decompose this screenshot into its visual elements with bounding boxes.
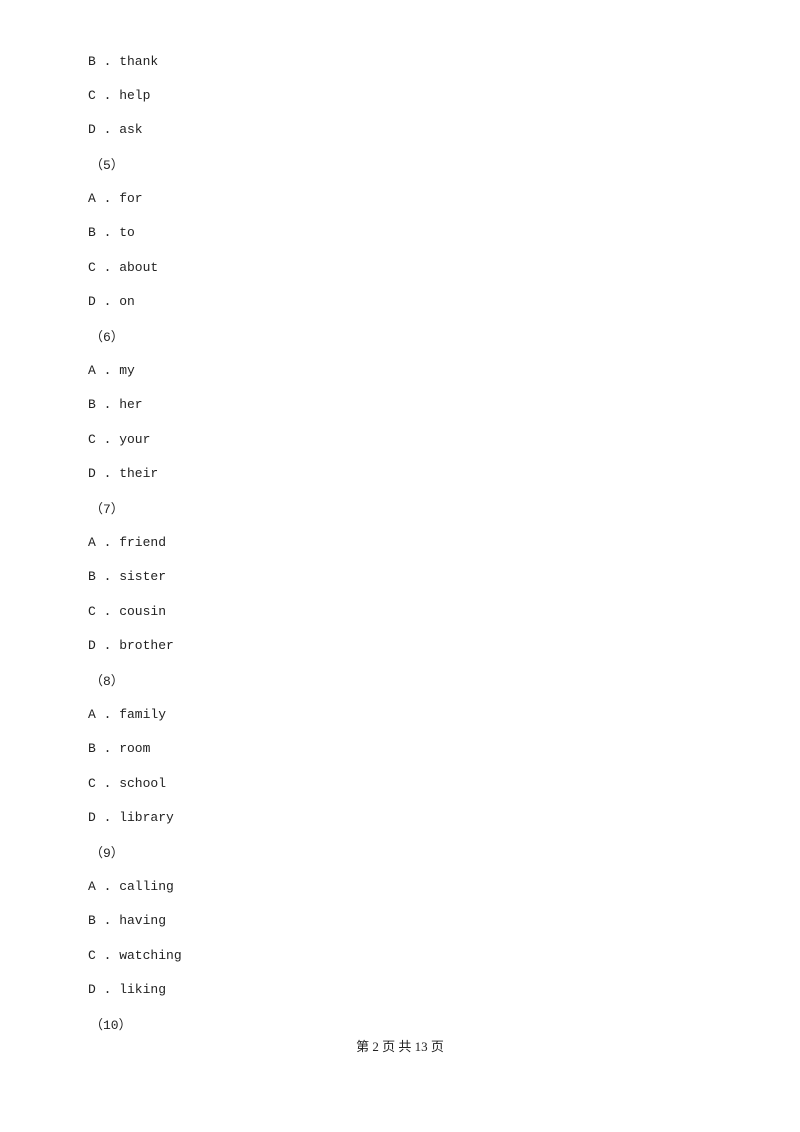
question-number: （6） <box>90 330 124 345</box>
answer-option: C . your <box>88 432 151 447</box>
answer-option: A . for <box>88 191 143 206</box>
answer-option: C . about <box>88 260 159 275</box>
answer-option: C . school <box>88 776 167 791</box>
answer-option: D . library <box>88 810 174 825</box>
answer-option: D . liking <box>88 982 167 997</box>
question-number: （10） <box>90 1018 132 1033</box>
answer-option: B . room <box>88 741 151 756</box>
answer-option: B . having <box>88 913 167 928</box>
answer-option: A . calling <box>88 879 174 894</box>
answer-option: A . friend <box>88 535 167 550</box>
answer-option: B . to <box>88 225 135 240</box>
answer-option: B . sister <box>88 569 167 584</box>
answer-option: C . watching <box>88 948 182 963</box>
answer-option: D . ask <box>88 122 143 137</box>
question-number: （5） <box>90 158 124 173</box>
answer-option: B . thank <box>88 54 159 69</box>
answer-option: C . help <box>88 88 151 103</box>
answer-option: D . brother <box>88 638 174 653</box>
answer-option: A . family <box>88 707 167 722</box>
answer-option: D . their <box>88 466 159 481</box>
answer-option: A . my <box>88 363 135 378</box>
answer-option: C . cousin <box>88 604 167 619</box>
answer-option: B . her <box>88 397 143 412</box>
question-number: （8） <box>90 674 124 689</box>
question-number: （9） <box>90 846 124 861</box>
question-number: （7） <box>90 502 124 517</box>
page-footer: 第 2 页 共 13 页 <box>356 1039 444 1054</box>
answer-option: D . on <box>88 294 135 309</box>
